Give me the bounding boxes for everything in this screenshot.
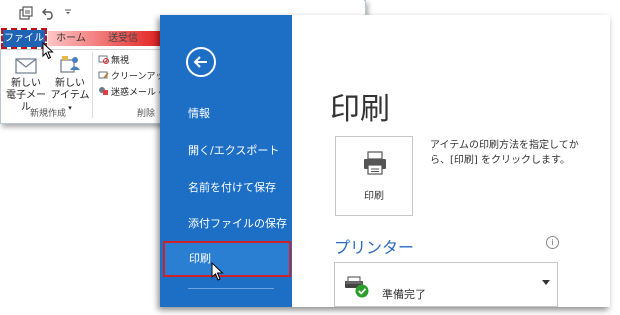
tab-file[interactable]: ファイル: [1, 28, 47, 49]
printer-icon: [362, 151, 388, 179]
junk-icon: [98, 86, 109, 96]
nav-item-save-attachments[interactable]: 添付ファイルの保存: [160, 209, 292, 239]
nav-divider: [188, 288, 274, 289]
send-receive-all-icon[interactable]: [18, 6, 34, 22]
new-items-button[interactable]: 新しい アイテム ▾: [50, 54, 90, 114]
printer-ready-icon: [343, 275, 371, 303]
print-description: アイテムの印刷方法を指定してから、[印刷] をクリックします。: [430, 140, 579, 166]
customize-qat-icon[interactable]: [64, 6, 72, 22]
info-icon[interactable]: i: [546, 236, 559, 249]
nav-item-info[interactable]: 情報: [160, 99, 292, 129]
nav-item-print[interactable]: 印刷: [163, 241, 291, 277]
print-button-label: 印刷: [364, 191, 384, 202]
tab-home[interactable]: ホーム: [52, 30, 90, 47]
print-button[interactable]: 印刷: [335, 136, 413, 216]
printer-dropdown[interactable]: [334, 262, 558, 307]
mouse-cursor-icon: [211, 261, 224, 286]
nav-item-open-export[interactable]: 開く/エクスポート: [160, 136, 292, 166]
group-divider: [92, 52, 93, 118]
new-email-button[interactable]: 新しい 電子メール: [6, 54, 46, 114]
tab-send-receive[interactable]: 送受信: [98, 30, 148, 47]
new-group-label: 新規作成: [29, 109, 66, 119]
new-items-label-1: 新しい: [55, 78, 85, 89]
page-title: 印刷: [330, 92, 390, 127]
ignore-icon: [98, 54, 109, 64]
cleanup-icon: [98, 70, 109, 80]
new-email-icon: [14, 54, 38, 76]
nav-item-save-as[interactable]: 名前を付けて保存: [160, 173, 292, 203]
back-arrow-icon: [193, 56, 207, 68]
new-items-icon: [58, 54, 82, 76]
junk-button[interactable]: 迷惑メール ▾: [98, 86, 162, 100]
new-email-label-1: 新しい: [11, 78, 41, 89]
undo-icon[interactable]: [42, 6, 56, 22]
back-button[interactable]: [186, 47, 216, 77]
printer-heading: プリンター: [334, 238, 415, 257]
printer-status: 準備完了: [382, 288, 426, 301]
ignore-button[interactable]: 無視: [98, 54, 129, 68]
chevron-down-icon[interactable]: [542, 280, 550, 285]
